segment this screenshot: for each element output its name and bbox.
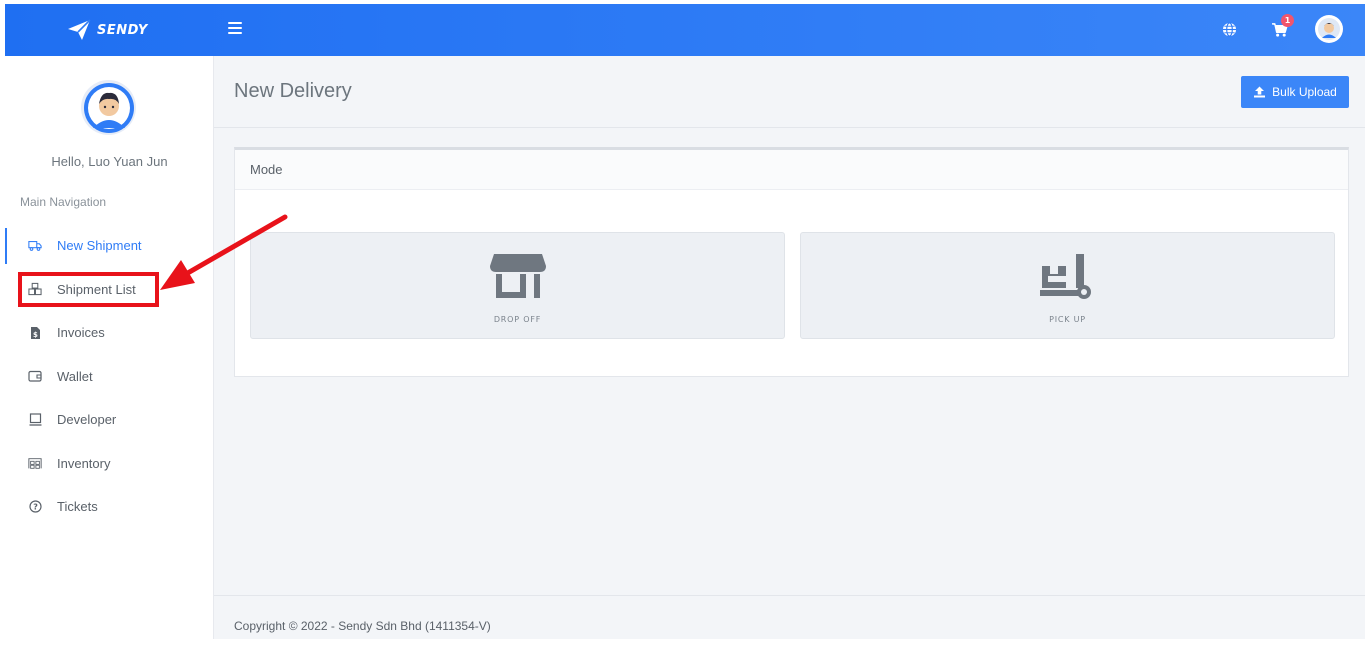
- mode-card: Mode DROP OFF PICK UP: [234, 147, 1349, 377]
- top-icons: 1: [1215, 14, 1343, 43]
- sidebar-item-label: New Shipment: [57, 238, 142, 254]
- menu-toggle-icon[interactable]: [228, 22, 242, 38]
- annotation-highlight-box: [18, 272, 159, 307]
- svg-text:?: ?: [33, 503, 38, 512]
- sidebar-item-label: Wallet: [57, 368, 93, 384]
- truck-icon: [28, 239, 42, 253]
- option-label: PICK UP: [1049, 315, 1086, 324]
- page-header: New Delivery Bulk Upload: [214, 56, 1365, 128]
- sidebar-item-label: Developer: [57, 412, 117, 428]
- bulk-upload-button[interactable]: Bulk Upload: [1241, 76, 1349, 108]
- sidebar-item-tickets[interactable]: ? Tickets: [5, 485, 214, 529]
- svg-text:$: $: [33, 331, 38, 339]
- greeting: Hello, Luo Yuan Jun: [51, 154, 168, 169]
- cart-icon[interactable]: 1: [1265, 14, 1294, 43]
- sidebar-item-label: Inventory: [57, 455, 111, 471]
- laptop-icon: [28, 413, 42, 427]
- brand-name: SENDY: [97, 22, 148, 38]
- sidebar-item-new-shipment[interactable]: New Shipment: [5, 224, 214, 268]
- nav-section-title: Main Navigation: [20, 195, 107, 209]
- copyright-text: Copyright © 2022 - Sendy Sdn Bhd (141135…: [234, 619, 491, 633]
- card-header: Mode: [235, 150, 1348, 190]
- paper-plane-icon: [68, 19, 91, 40]
- cart-count-badge: 1: [1281, 14, 1294, 27]
- sidebar-item-wallet[interactable]: Wallet: [5, 355, 214, 399]
- sidebar: Hello, Luo Yuan Jun Main Navigation New …: [5, 56, 214, 639]
- brand-logo[interactable]: SENDY: [67, 18, 148, 42]
- globe-icon[interactable]: [1215, 15, 1243, 43]
- help-circle-icon: ?: [28, 500, 42, 514]
- sidebar-item-label: Invoices: [57, 325, 105, 341]
- user-avatar[interactable]: [1315, 15, 1343, 43]
- profile-avatar[interactable]: [81, 80, 136, 135]
- sidebar-item-inventory[interactable]: Inventory: [5, 442, 214, 486]
- bulk-upload-label: Bulk Upload: [1272, 85, 1337, 99]
- upload-icon: [1254, 86, 1266, 98]
- app-page: SENDY 1 Hello, Luo Yuan Jun Main Navigat…: [0, 0, 1369, 659]
- pick-up-option[interactable]: PICK UP: [800, 232, 1335, 339]
- footer: Copyright © 2022 - Sendy Sdn Bhd (141135…: [214, 595, 1365, 639]
- top-navbar: SENDY 1: [5, 4, 1365, 56]
- dolly-icon: [1038, 251, 1098, 301]
- page-title: New Delivery: [234, 80, 352, 102]
- option-label: DROP OFF: [493, 315, 542, 324]
- sidebar-item-invoices[interactable]: $ Invoices: [5, 311, 214, 355]
- store-icon: [488, 251, 548, 301]
- main-navigation: New Shipment Shipment List $ Invoices Wa…: [5, 224, 214, 529]
- wallet-icon: [28, 369, 42, 383]
- drop-off-option[interactable]: DROP OFF: [250, 232, 785, 339]
- invoice-icon: $: [28, 326, 42, 340]
- warehouse-icon: [28, 456, 42, 470]
- sidebar-item-label: Tickets: [57, 499, 98, 515]
- sidebar-item-developer[interactable]: Developer: [5, 398, 214, 442]
